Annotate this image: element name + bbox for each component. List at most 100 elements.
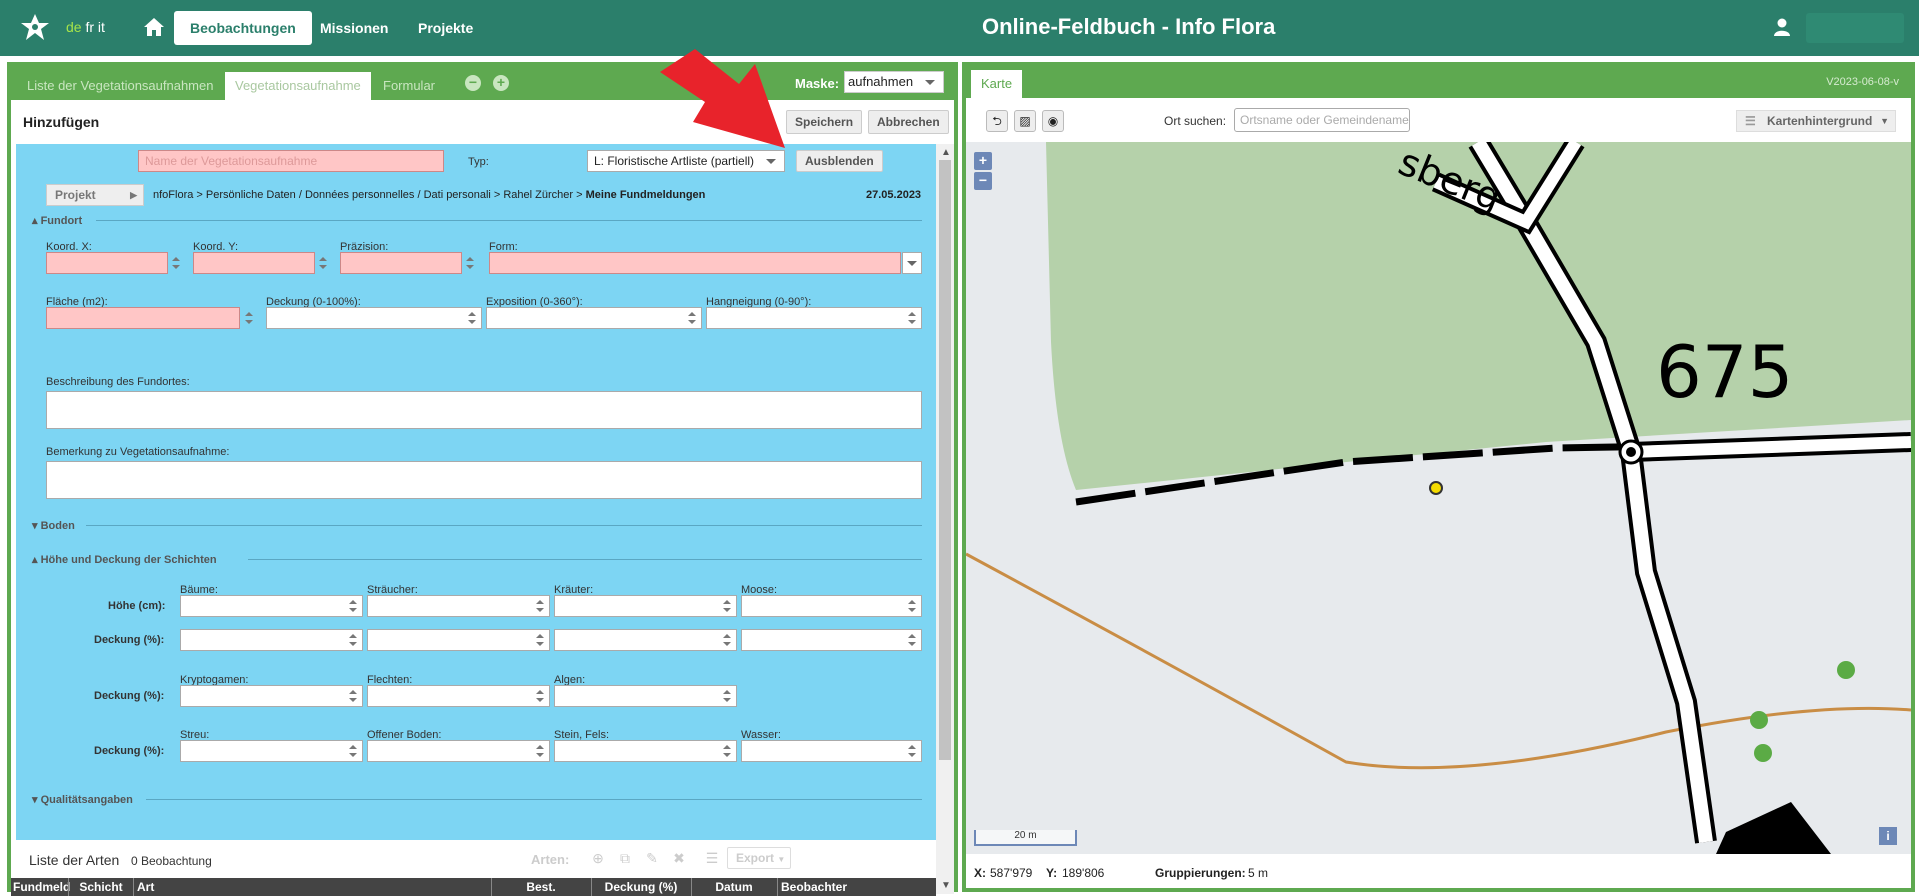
wasser-stepper[interactable] [903, 740, 921, 762]
col-beobachter[interactable]: Beobachter [778, 880, 850, 894]
offener-boden-stepper[interactable] [531, 740, 549, 762]
edit-icon[interactable]: ✎ [644, 850, 660, 866]
home-icon[interactable] [143, 17, 165, 37]
col-datum[interactable]: Datum [692, 880, 776, 894]
koord-x-input[interactable] [46, 252, 168, 274]
info-flora-logo[interactable] [18, 12, 52, 44]
deckung-stepper[interactable] [463, 307, 481, 329]
koord-y-input[interactable] [193, 252, 315, 274]
flaeche-input[interactable] [46, 307, 240, 329]
offener-boden-input[interactable] [367, 740, 550, 762]
scroll-down-icon[interactable]: ▼ [941, 880, 951, 891]
cancel-button[interactable]: Abbrechen [868, 110, 949, 134]
ort-search-input[interactable]: Ortsname oder Gemeindename eing [1234, 108, 1410, 132]
nav-missionen[interactable]: Missionen [308, 11, 400, 45]
streu-stepper[interactable] [344, 740, 362, 762]
list-icon[interactable]: ☰ [704, 850, 720, 866]
typ-select[interactable]: L: Floristische Artliste (partiell) [587, 150, 785, 172]
straeucher-deckung-input[interactable] [367, 629, 550, 651]
baeume-hoehe-stepper[interactable] [344, 595, 362, 617]
export-button[interactable]: Export ▼ [727, 847, 791, 869]
scroll-up-icon[interactable]: ▲ [941, 147, 951, 158]
form-scrollbar[interactable]: ▲ ▼ [936, 144, 954, 894]
section-boden[interactable]: ▾ Boden [32, 519, 75, 532]
col-fundmeld[interactable]: Fundmeld [13, 880, 70, 894]
hangneigung-stepper[interactable] [903, 307, 921, 329]
stein-fels-input[interactable] [554, 740, 737, 762]
straeucher-hoehe-input[interactable] [367, 595, 550, 617]
praezision-input[interactable] [340, 252, 462, 274]
scroll-thumb[interactable] [939, 160, 951, 760]
maske-select[interactable]: aufnahmen [844, 71, 944, 93]
exposition-input[interactable] [486, 307, 702, 329]
image-icon[interactable]: ▨ [1014, 110, 1036, 132]
deckung-input[interactable] [266, 307, 482, 329]
map-view[interactable]: 675 sberg + − 20 m i [966, 142, 1911, 854]
koord-y-stepper[interactable] [314, 252, 332, 274]
zoom-in-button[interactable]: + [974, 152, 992, 170]
nav-beobachtungen[interactable]: Beobachtungen [174, 11, 312, 45]
exposition-stepper[interactable] [683, 307, 701, 329]
praezision-stepper[interactable] [461, 252, 479, 274]
observation-marker[interactable] [1429, 481, 1443, 495]
col-deckung[interactable]: Deckung (%) [592, 880, 690, 894]
moose-hoehe-stepper[interactable] [903, 595, 921, 617]
form-select[interactable] [489, 252, 901, 274]
wasser-input[interactable] [741, 740, 922, 762]
copy-icon[interactable]: ⧉ [617, 850, 633, 866]
kraeuter-deckung-input[interactable] [554, 629, 737, 651]
ausblenden-button[interactable]: Ausblenden [796, 150, 883, 172]
bemerkung-textarea[interactable] [46, 461, 922, 499]
kraeuter-hoehe-stepper[interactable] [718, 595, 736, 617]
user-icon[interactable] [1772, 17, 1792, 37]
form-dropdown[interactable] [902, 252, 922, 274]
collapse-button[interactable]: − [465, 75, 481, 91]
algen-input[interactable] [554, 685, 737, 707]
info-icon[interactable]: i [1879, 827, 1897, 845]
moose-deckung-input[interactable] [741, 629, 922, 651]
col-best[interactable]: Best. [492, 880, 590, 894]
moose-hoehe-input[interactable] [741, 595, 922, 617]
name-input[interactable]: Name der Vegetationsaufnahme [138, 150, 444, 172]
flechten-stepper[interactable] [531, 685, 549, 707]
user-menu[interactable] [1806, 13, 1904, 43]
baeume-deckung-stepper[interactable] [344, 629, 362, 651]
baeume-deckung-input[interactable] [180, 629, 363, 651]
lang-de[interactable]: de [66, 19, 82, 35]
stein-fels-stepper[interactable] [718, 740, 736, 762]
back-icon[interactable]: ⮌ [986, 110, 1008, 132]
section-qualitaet[interactable]: ▾ Qualitätsangaben [32, 793, 133, 806]
locate-icon[interactable]: ◉ [1042, 110, 1064, 132]
koord-x-stepper[interactable] [167, 252, 185, 274]
flaeche-stepper[interactable] [240, 307, 258, 329]
tab-karte[interactable]: Karte [971, 70, 1023, 98]
kraeuter-hoehe-input[interactable] [554, 595, 737, 617]
section-hoehe-deckung[interactable]: ▴ Höhe und Deckung der Schichten [32, 553, 217, 566]
tab-vegetationsaufnahme[interactable]: Vegetationsaufnahme [225, 72, 371, 100]
kraeuter-deckung-stepper[interactable] [718, 629, 736, 651]
kryptogamen-stepper[interactable] [344, 685, 362, 707]
hangneigung-input[interactable] [706, 307, 922, 329]
straeucher-hoehe-stepper[interactable] [531, 595, 549, 617]
col-schicht[interactable]: Schicht [69, 880, 133, 894]
algen-stepper[interactable] [718, 685, 736, 707]
nav-projekte[interactable]: Projekte [406, 11, 485, 45]
tab-liste-vegetationsaufnahmen[interactable]: Liste der Vegetationsaufnahmen [17, 72, 223, 100]
lang-fr[interactable]: fr [85, 19, 94, 35]
streu-input[interactable] [180, 740, 363, 762]
delete-icon[interactable]: ✖ [671, 850, 687, 866]
moose-deckung-stepper[interactable] [903, 629, 921, 651]
section-fundort[interactable]: ▴ Fundort [32, 214, 82, 227]
baeume-hoehe-input[interactable] [180, 595, 363, 617]
flechten-input[interactable] [367, 685, 550, 707]
add-species-icon[interactable]: ⊕ [590, 850, 606, 866]
lang-it[interactable]: it [98, 19, 105, 35]
tab-formular[interactable]: Formular [373, 72, 445, 100]
expand-button[interactable]: + [493, 75, 509, 91]
straeucher-deckung-stepper[interactable] [531, 629, 549, 651]
kartenhintergrund-button[interactable]: ☰ Kartenhintergrund ▼ [1736, 110, 1896, 132]
col-art[interactable]: Art [137, 880, 167, 894]
zoom-out-button[interactable]: − [974, 172, 992, 190]
projekt-button[interactable]: Projekt ▶ [46, 184, 144, 206]
kryptogamen-input[interactable] [180, 685, 363, 707]
